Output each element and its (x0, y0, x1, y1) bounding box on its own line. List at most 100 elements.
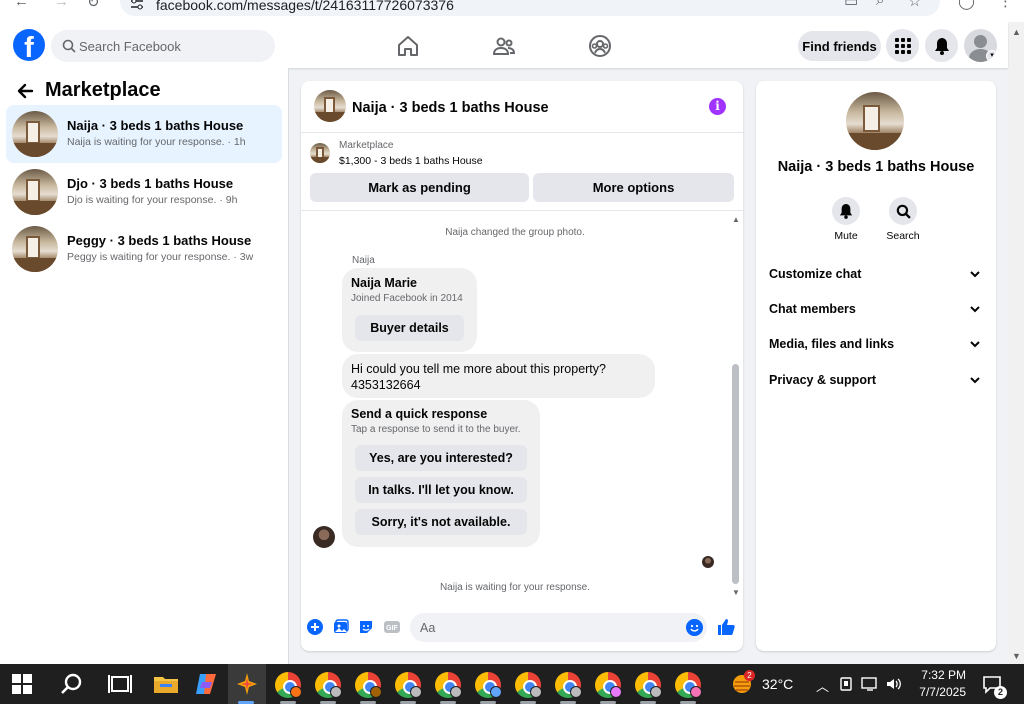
listing-summary[interactable]: $1,300 - 3 beds 1 baths House (339, 155, 483, 167)
address-bar[interactable]: facebook.com/messages/t/2416311772607337… (120, 0, 940, 16)
notifications-button[interactable] (925, 29, 958, 62)
scroll-up-arrow-icon[interactable]: ▲ (732, 215, 740, 224)
mute-button[interactable] (832, 197, 860, 225)
volume-icon[interactable] (885, 676, 903, 692)
chevron-down-icon (970, 341, 980, 348)
install-app-icon[interactable]: ▭ (844, 0, 858, 10)
chat-thumbnail[interactable] (314, 90, 346, 122)
search-input[interactable] (79, 30, 269, 62)
chat-title[interactable]: Naija · 3 beds 1 baths House (352, 100, 549, 116)
message-list[interactable]: Naija changed the group photo. Naija Nai… (301, 212, 743, 604)
chrome-profile-10-icon[interactable] (635, 672, 662, 698)
quick-response-yes-button[interactable]: Yes, are you interested? (355, 445, 527, 471)
chrome-profile-6-icon[interactable] (475, 672, 502, 698)
find-friends-button[interactable]: Find friends (798, 31, 881, 61)
clock-time: 7:32 PM (921, 668, 966, 682)
chrome-profile-4-icon[interactable] (395, 672, 422, 698)
chrome-profile-8-icon[interactable] (555, 672, 582, 698)
show-hidden-icons-icon[interactable]: ︿ (816, 676, 829, 695)
zoom-icon[interactable]: ⌕ (876, 0, 884, 9)
taskbar-search-icon[interactable] (58, 670, 86, 698)
gif-icon[interactable]: GIF (383, 618, 401, 636)
menu-grid-button[interactable] (886, 29, 919, 62)
chrome-profile-9-icon[interactable] (595, 672, 622, 698)
chrome-profile-5-icon[interactable] (435, 672, 462, 698)
listing-title: Naija · 3 beds 1 baths House (67, 118, 244, 133)
scroll-up-arrow-icon[interactable]: ▲ (1012, 27, 1021, 37)
facebook-header: f Find friends ▾ (0, 22, 1008, 68)
task-view-icon[interactable] (106, 670, 134, 698)
home-icon[interactable] (396, 34, 420, 58)
site-info-icon[interactable] (130, 0, 144, 11)
more-options-button[interactable]: More options (533, 173, 734, 202)
groups-icon[interactable] (588, 34, 612, 58)
chat-details-thumbnail (846, 92, 904, 150)
search-conversation-button[interactable] (889, 197, 917, 225)
chevron-down-icon[interactable]: ▾ (986, 50, 997, 62)
quick-response-bubble: Send a quick response Tap a response to … (342, 400, 540, 547)
bell-icon (839, 204, 853, 219)
mark-as-pending-button[interactable]: Mark as pending (310, 173, 529, 202)
scroll-down-arrow-icon[interactable]: ▼ (1012, 651, 1021, 661)
copilot-icon[interactable] (192, 670, 220, 698)
like-thumb-icon[interactable] (716, 617, 736, 637)
info-icon[interactable]: i (709, 98, 726, 115)
message-input[interactable] (420, 613, 680, 642)
listing-thumbnail[interactable] (310, 143, 330, 163)
sender-avatar[interactable] (313, 526, 335, 548)
search-box[interactable] (51, 30, 275, 62)
message-input-box[interactable] (410, 613, 707, 642)
listing-item-djo[interactable]: Djo · 3 beds 1 baths House Djo is waitin… (6, 163, 282, 221)
quick-response-in-talks-button[interactable]: In talks. I'll let you know. (355, 477, 527, 503)
bookmark-star-icon[interactable]: ☆ (908, 0, 921, 10)
back-arrow-icon[interactable] (16, 82, 34, 100)
photo-icon[interactable] (332, 618, 350, 636)
emoji-icon[interactable] (686, 619, 703, 636)
quick-response-not-available-button[interactable]: Sorry, it's not available. (355, 509, 527, 535)
bell-icon (934, 37, 949, 55)
listing-title: Peggy · 3 beds 1 baths House (67, 233, 252, 248)
section-label: Chat members (769, 302, 856, 316)
section-label: Customize chat (769, 267, 862, 281)
plus-circle-icon[interactable] (306, 618, 324, 636)
section-customize-chat[interactable]: Customize chat (769, 264, 987, 286)
chrome-profile-1-icon[interactable] (275, 672, 302, 698)
section-chat-members[interactable]: Chat members (769, 299, 987, 321)
system-clock[interactable]: 7:32 PM 7/7/2025 (910, 667, 966, 701)
buyer-details-button[interactable]: Buyer details (355, 315, 464, 341)
browser-menu-icon[interactable]: ⋮ (998, 0, 1013, 10)
listing-item-naija[interactable]: Naija · 3 beds 1 baths House Naija is wa… (6, 105, 282, 163)
back-arrow-icon[interactable]: ← (14, 0, 29, 10)
section-privacy-support[interactable]: Privacy & support (769, 370, 987, 392)
marketplace-label: Marketplace (339, 140, 394, 151)
facebook-logo[interactable]: f (13, 29, 45, 61)
chrome-profile-11-icon[interactable] (675, 672, 702, 698)
forward-arrow-icon[interactable]: → (54, 0, 69, 10)
url-text[interactable]: facebook.com/messages/t/2416311772607337… (156, 0, 454, 13)
weather-badge: 2 (744, 670, 755, 681)
chat-details-panel: Naija · 3 beds 1 baths House Mute Search… (756, 81, 996, 651)
network-icon[interactable] (861, 676, 879, 692)
file-explorer-icon[interactable] (152, 670, 180, 698)
account-avatar[interactable]: ▾ (964, 29, 997, 62)
section-media-files-links[interactable]: Media, files and links (769, 334, 987, 356)
waiting-notice: Naija is waiting for your response. (439, 582, 591, 593)
windows-start-icon[interactable] (10, 672, 34, 696)
chrome-profile-7-icon[interactable] (515, 672, 542, 698)
chevron-down-icon (970, 306, 980, 313)
profile-icon[interactable]: ◯ (958, 0, 975, 10)
device-icon[interactable] (838, 676, 854, 692)
chrome-profile-2-icon[interactable] (315, 672, 342, 698)
scrollbar-thumb[interactable] (732, 364, 739, 584)
page-scrollbar[interactable]: ▲ ▼ (1009, 22, 1024, 664)
avatar-head (974, 35, 987, 48)
listing-item-peggy[interactable]: Peggy · 3 beds 1 baths House Peggy is wa… (6, 220, 282, 278)
message-scrollbar[interactable]: ▲ ▼ (731, 212, 743, 604)
sticker-icon[interactable] (357, 618, 375, 636)
chrome-profile-3-icon[interactable] (355, 672, 382, 698)
friends-icon[interactable] (492, 34, 516, 58)
scroll-down-arrow-icon[interactable]: ▼ (732, 588, 740, 597)
pinned-app-icon[interactable] (233, 670, 261, 698)
chat-window: Naija · 3 beds 1 baths House i Marketpla… (301, 81, 743, 651)
reload-icon[interactable]: ↻ (87, 0, 100, 11)
